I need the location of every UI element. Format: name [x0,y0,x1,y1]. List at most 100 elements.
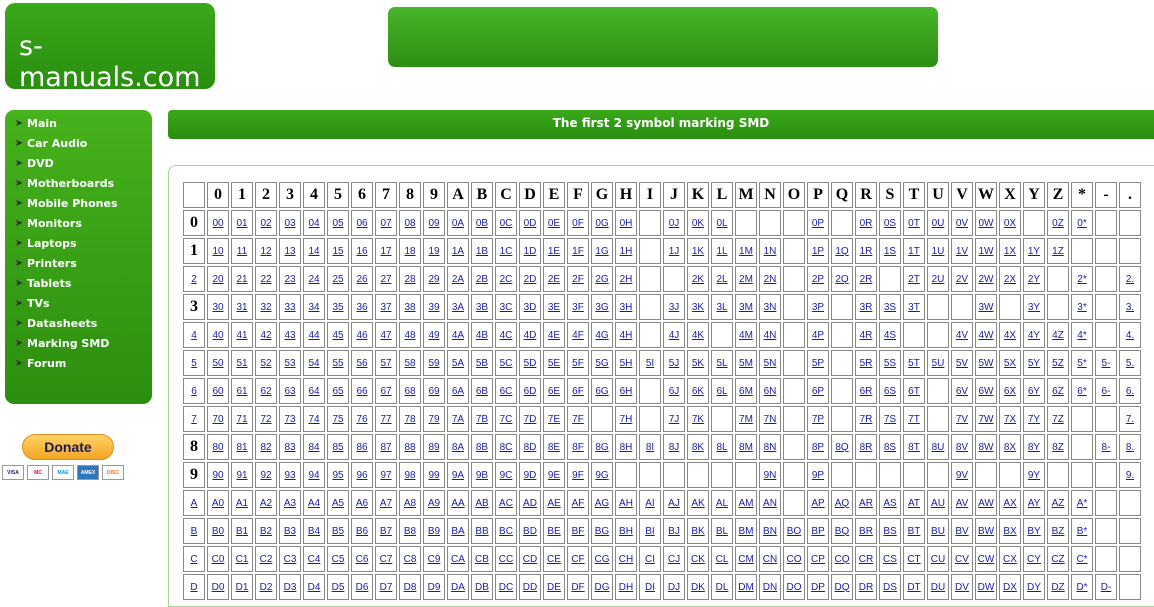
marking-link[interactable]: 4F [572,330,584,341]
table-cell[interactable]: 8M [735,434,757,460]
marking-link[interactable]: 8A [452,442,464,453]
table-cell[interactable]: 0V [951,210,973,236]
marking-link[interactable]: DY [1027,582,1041,593]
row-header-link[interactable]: C [190,554,197,565]
marking-link[interactable]: C* [1076,554,1087,565]
sidebar-item[interactable]: ➤ Car Audio [5,134,152,154]
table-cell[interactable]: CM [735,546,757,572]
table-cell[interactable]: 0Z [1047,210,1069,236]
marking-link[interactable]: 5M [739,358,753,369]
table-cell[interactable]: 6N [759,378,781,404]
table-cell[interactable]: 3C [495,294,517,320]
table-cell[interactable]: 0U [927,210,949,236]
marking-link[interactable]: 0C [500,218,513,229]
table-cell[interactable]: 0* [1071,210,1093,236]
table-cell[interactable]: 5A [447,350,469,376]
sidebar-item[interactable]: ➤ DVD [5,154,152,174]
marking-link[interactable]: 8C [500,442,513,453]
marking-link[interactable]: 01 [236,218,247,229]
marking-link[interactable]: DM [738,582,754,593]
sidebar-item[interactable]: ➤ TVs [5,294,152,314]
table-cell[interactable]: 7M [735,406,757,432]
table-cell[interactable]: 8R [855,434,877,460]
marking-link[interactable]: 9F [572,470,584,481]
marking-link[interactable]: 26 [356,274,367,285]
table-cell[interactable]: 6A [447,378,469,404]
marking-link[interactable]: 78 [404,414,415,425]
marking-link[interactable]: BN [763,526,777,537]
table-cell[interactable]: 81 [231,434,253,460]
table-cell[interactable]: 8T [903,434,925,460]
table-cell[interactable]: C0 [207,546,229,572]
marking-link[interactable]: 4W [979,330,994,341]
marking-link[interactable]: 2D [524,274,537,285]
table-cell[interactable]: CZ [1047,546,1069,572]
table-cell[interactable]: 1F [567,238,589,264]
table-cell[interactable]: CH [615,546,637,572]
marking-link[interactable]: 88 [404,442,415,453]
table-cell[interactable]: BV [951,518,973,544]
table-cell[interactable]: 6* [1071,378,1093,404]
marking-link[interactable]: 6N [764,386,777,397]
table-cell[interactable]: 5W [975,350,997,376]
table-cell[interactable]: 15 [327,238,349,264]
marking-link[interactable]: A6 [356,498,368,509]
table-cell[interactable]: A1 [231,490,253,516]
table-cell[interactable]: 1M [735,238,757,264]
table-cell[interactable]: C1 [231,546,253,572]
marking-link[interactable]: DK [691,582,705,593]
marking-link[interactable]: CE [547,554,561,565]
table-cell[interactable]: 31 [231,294,253,320]
table-cell[interactable]: 3J [663,294,685,320]
marking-link[interactable]: AR [859,498,873,509]
table-cell[interactable]: 14 [303,238,325,264]
marking-link[interactable]: AG [595,498,609,509]
table-cell[interactable]: 5S [879,350,901,376]
table-cell[interactable]: 9C [495,462,517,488]
marking-link[interactable]: CA [451,554,465,565]
donate-button[interactable]: Donate [22,434,114,460]
marking-link[interactable]: 3A [452,302,464,313]
table-cell[interactable]: 6K [687,378,709,404]
marking-link[interactable]: 4B [476,330,488,341]
row-header-link[interactable]: 7 [191,414,197,425]
table-cell[interactable]: AR [855,490,877,516]
row-header-link[interactable]: 5 [191,358,197,369]
table-cell[interactable]: 5F [567,350,589,376]
marking-link[interactable]: DV [955,582,969,593]
table-cell[interactable]: A6 [351,490,373,516]
table-cell[interactable]: 3. [1119,294,1141,320]
marking-link[interactable]: D* [1076,582,1087,593]
marking-link[interactable]: 0V [956,218,968,229]
table-cell[interactable]: A5 [327,490,349,516]
table-cell[interactable]: 8Y [1023,434,1045,460]
marking-link[interactable]: C5 [332,554,345,565]
marking-link[interactable]: 8V [956,442,968,453]
marking-link[interactable]: C6 [356,554,369,565]
marking-link[interactable]: 3Y [1028,302,1040,313]
marking-link[interactable]: BY [1027,526,1040,537]
table-cell[interactable]: B2 [255,518,277,544]
table-cell[interactable]: 95 [327,462,349,488]
table-cell[interactable]: 1U [927,238,949,264]
table-cell[interactable]: D1 [231,574,253,600]
marking-link[interactable]: CF [571,554,584,565]
table-cell[interactable]: 5J [663,350,685,376]
table-cell[interactable]: 46 [351,322,373,348]
marking-link[interactable]: 8Y [1028,442,1040,453]
table-cell[interactable]: A2 [255,490,277,516]
table-cell[interactable]: 5R [855,350,877,376]
table-cell[interactable]: BB [471,518,493,544]
marking-link[interactable]: AS [883,498,896,509]
marking-link[interactable]: 56 [356,358,367,369]
table-cell[interactable]: 85 [327,434,349,460]
table-cell[interactable]: 65 [327,378,349,404]
table-cell[interactable]: 72 [255,406,277,432]
marking-link[interactable]: 17 [380,246,391,257]
table-cell[interactable]: D7 [375,574,397,600]
marking-link[interactable]: 06 [356,218,367,229]
table-cell[interactable]: 8Q [831,434,853,460]
marking-link[interactable]: 7M [739,414,753,425]
marking-link[interactable]: 83 [284,442,295,453]
table-cell[interactable]: 2Q [831,266,853,292]
